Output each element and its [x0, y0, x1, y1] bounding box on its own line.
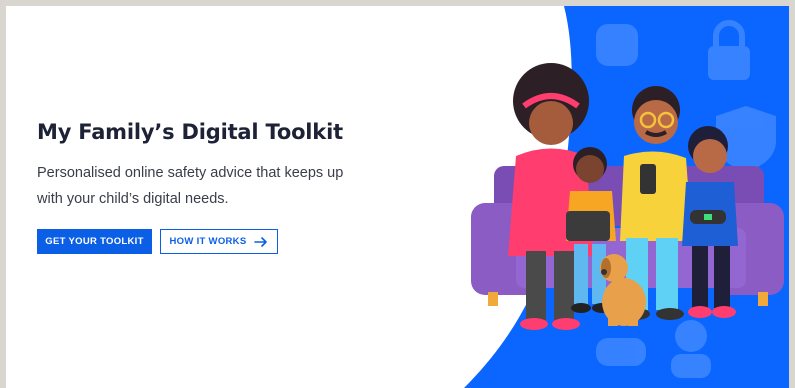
tablet [566, 211, 610, 241]
how-it-works-label: HOW IT WORKS [169, 236, 247, 247]
hero-section: My Family’s Digital Toolkit Personalised… [6, 6, 789, 388]
gamepad-icon [596, 338, 646, 366]
page-title: My Family’s Digital Toolkit [37, 120, 343, 144]
hero-text: My Family’s Digital Toolkit Personalised… [37, 120, 397, 212]
plus-icon [596, 24, 638, 66]
how-it-works-button[interactable]: HOW IT WORKS [160, 229, 278, 254]
get-your-toolkit-button[interactable]: GET YOUR TOOLKIT [37, 229, 152, 254]
get-your-toolkit-label: GET YOUR TOOLKIT [45, 236, 144, 247]
hero-subtitle: Personalised online safety advice that k… [37, 165, 344, 207]
arrow-right-icon [254, 236, 268, 247]
phone [640, 164, 656, 194]
family-illustration [464, 6, 789, 388]
cta-group: GET YOUR TOOLKIT HOW IT WORKS [37, 229, 278, 254]
